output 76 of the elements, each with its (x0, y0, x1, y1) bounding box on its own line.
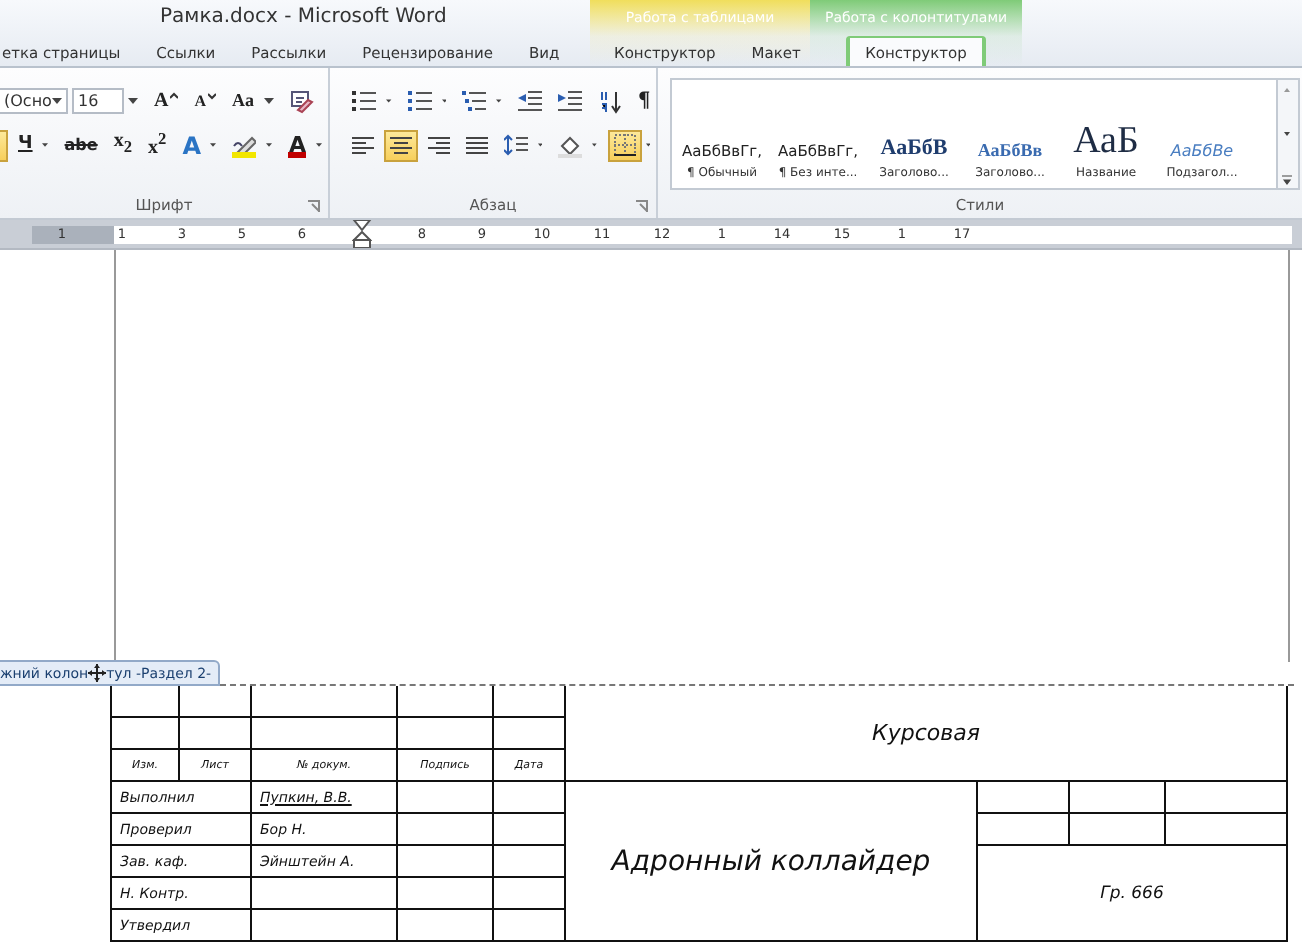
grow-button[interactable]: A (148, 85, 185, 117)
caret-icon (170, 91, 179, 99)
table-cell: Курсовая (566, 686, 1288, 782)
underline-button[interactable]: Ч (12, 129, 39, 161)
shrink-button[interactable]: A (188, 85, 223, 117)
multilevel-list-icon (462, 90, 487, 112)
window-title: Рамка.docx - Microsoft Word (158, 4, 449, 32)
align-center-button[interactable] (384, 129, 418, 161)
fontcolor-button[interactable]: A (282, 129, 312, 161)
dropdown-caret-icon[interactable] (52, 98, 62, 104)
table-cell (398, 846, 494, 878)
align-left-icon (352, 135, 374, 155)
sub-button[interactable]: x$_{2}$ (107, 129, 139, 161)
table-cell (978, 782, 1070, 814)
table-cell (1166, 814, 1288, 846)
align-right-icon (428, 135, 450, 155)
dialog-launcher-icon[interactable] (636, 200, 648, 212)
indent-marker-icon[interactable] (352, 220, 372, 248)
dropdown-caret-icon[interactable] (210, 142, 217, 148)
paint-bucket-icon (558, 133, 583, 157)
decrease-indent-icon (518, 90, 543, 112)
table-cell (494, 782, 566, 814)
increase-indent-icon (558, 90, 583, 112)
table-cell (398, 718, 494, 750)
numbered-list-icon (407, 90, 432, 112)
caret-icon (208, 91, 217, 99)
table-cell (494, 910, 566, 942)
dropdown-caret-icon[interactable] (496, 98, 503, 104)
borders-icon (613, 134, 636, 156)
spacing-button[interactable] (498, 129, 534, 161)
table-cell (1070, 814, 1166, 846)
table-cell (494, 878, 566, 910)
dropdown-caret-icon[interactable] (441, 98, 447, 104)
table-cell: Гр. 666 (978, 846, 1288, 942)
table-cell (398, 686, 494, 718)
dropdown-caret-icon[interactable] (538, 142, 543, 148)
more-icon[interactable] (1278, 170, 1296, 188)
dropdown-caret-icon[interactable] (42, 142, 49, 148)
table-cell (494, 814, 566, 846)
line-spacing-icon (504, 134, 528, 156)
bullet-list-icon (352, 90, 376, 112)
strike-button[interactable]: abe (58, 129, 104, 161)
table-cell (398, 782, 494, 814)
dropdown-caret-icon[interactable] (128, 98, 138, 104)
table-cell: Адронный коллайдер (566, 782, 978, 942)
table-cell (1070, 782, 1166, 814)
dropdown-caret-icon[interactable] (316, 142, 322, 148)
font-name-field[interactable]: (Осно (0, 88, 68, 114)
clear-formatting-icon (290, 89, 315, 113)
table-cell (494, 718, 566, 750)
align-center-icon (390, 135, 412, 155)
highlighter-icon (232, 136, 257, 154)
table-cell (398, 910, 494, 942)
effects-button[interactable]: A (176, 129, 207, 161)
table-cell (398, 878, 494, 910)
table-cell (494, 686, 566, 718)
pilcrow-button[interactable]: ¶ (632, 85, 657, 117)
dialog-launcher-icon[interactable] (308, 200, 320, 212)
dropdown-caret-icon[interactable] (386, 98, 392, 104)
dropdown-caret-icon[interactable] (592, 142, 598, 148)
table-cell (398, 814, 494, 846)
sup-button[interactable]: x$^{2}$ (142, 129, 173, 161)
dropdown-caret-icon[interactable] (264, 98, 275, 104)
justify-icon (466, 135, 488, 155)
table-cell (180, 686, 252, 718)
table-cell (180, 718, 252, 750)
table-cell (978, 814, 1070, 846)
dropdown-caret-icon[interactable] (266, 142, 273, 148)
bullets-button[interactable] (346, 85, 382, 117)
font-size-field[interactable]: 16 (72, 88, 124, 114)
sort-icon (598, 89, 623, 113)
borders-button[interactable] (607, 129, 642, 161)
case-button[interactable]: Aa (226, 85, 261, 117)
table-cell (1166, 782, 1288, 814)
move-cursor-icon (88, 664, 107, 682)
table-cell (494, 846, 566, 878)
